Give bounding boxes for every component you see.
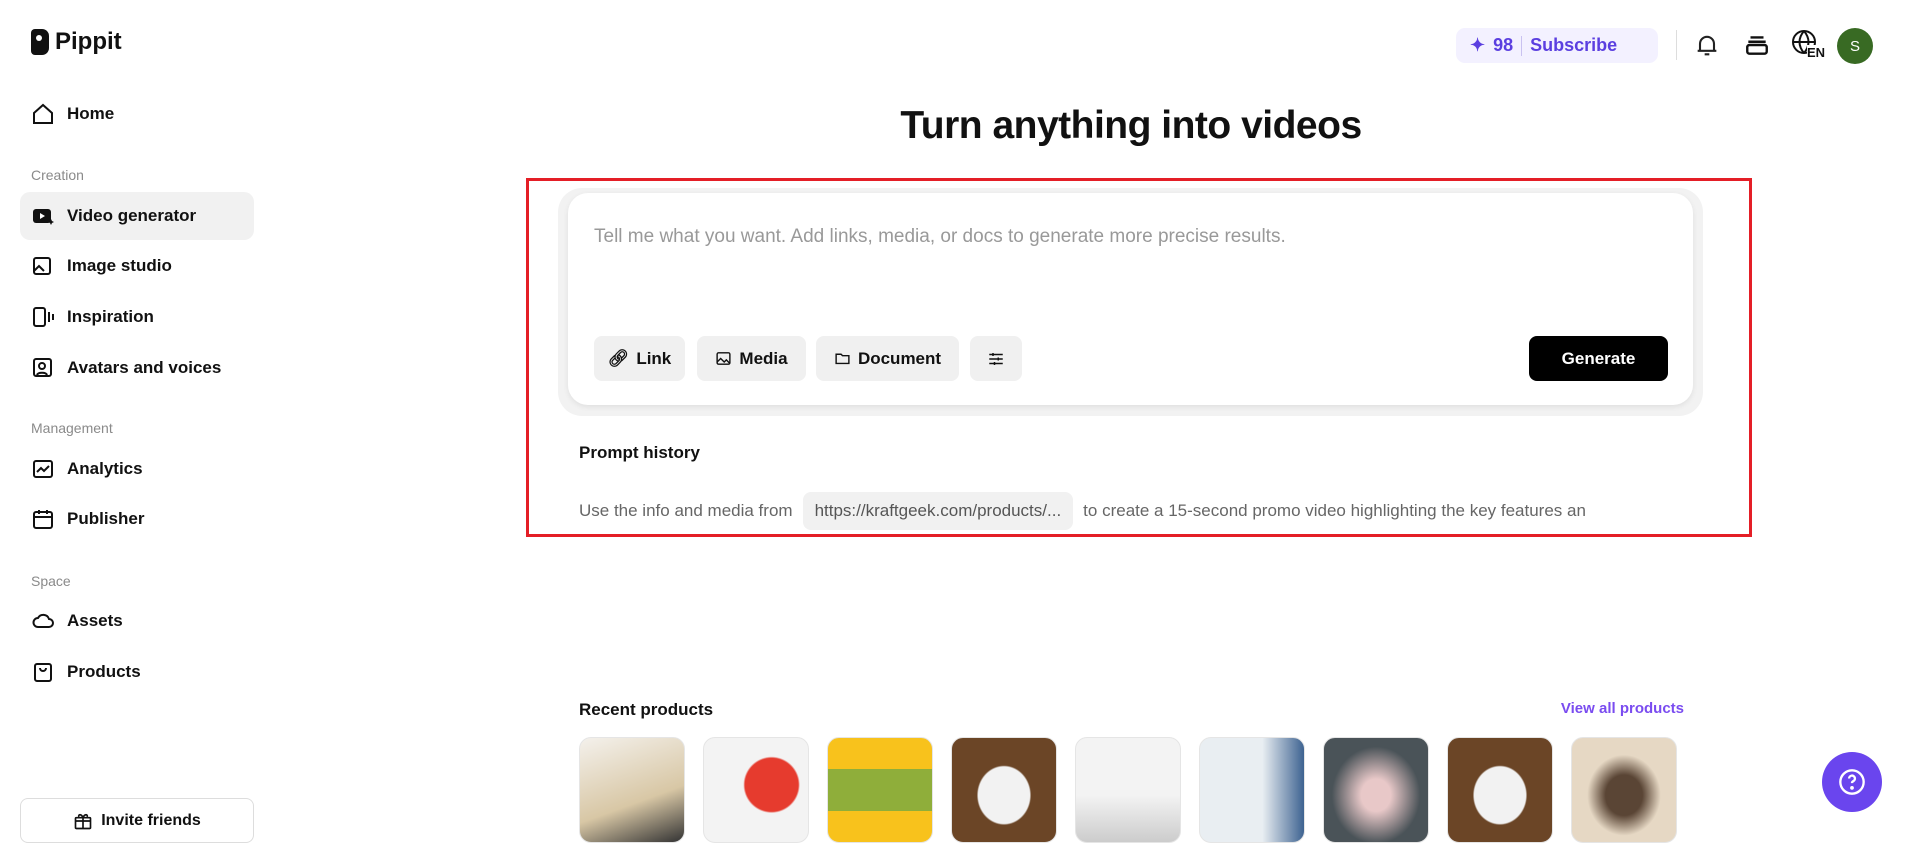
video-generator-icon	[33, 209, 54, 225]
section-management: Management	[31, 420, 113, 436]
logo-icon	[31, 29, 49, 55]
credits-subscribe-pill[interactable]: ✦ 98 Subscribe	[1456, 28, 1658, 63]
inspiration-icon	[33, 307, 54, 327]
recent-products-heading: Recent products	[579, 700, 714, 719]
page-title: Turn anything into videos	[900, 104, 1362, 147]
product-thumbnail[interactable]	[951, 737, 1057, 843]
product-thumbnail[interactable]	[827, 737, 933, 843]
product-thumbnail[interactable]	[1199, 737, 1305, 843]
product-thumbnail[interactable]	[703, 737, 809, 843]
divider	[1521, 35, 1523, 56]
sidebar-item-avatars-and-voices[interactable]: Avatars and voices	[20, 344, 254, 392]
gift-icon	[74, 813, 92, 829]
sidebar-item-video-generator[interactable]: Video generator	[20, 192, 254, 240]
highlight-box	[526, 178, 1752, 537]
sidebar-item-publisher[interactable]: Publisher	[20, 495, 254, 543]
avatar-icon	[33, 358, 52, 377]
sidebar-item-image-studio[interactable]: Image studio	[20, 242, 254, 290]
analytics-icon	[33, 460, 53, 478]
image-studio-icon	[33, 257, 51, 275]
sparkle-icon: ✦	[1470, 35, 1486, 55]
sidebar-item-analytics[interactable]: Analytics	[20, 445, 254, 493]
subscribe-button[interactable]: Subscribe	[1530, 35, 1617, 56]
product-thumbnail[interactable]	[1075, 737, 1181, 843]
help-icon	[1839, 769, 1865, 795]
products-icon	[34, 663, 52, 682]
section-space: Space	[31, 573, 71, 589]
language-globe-icon[interactable]: EN	[1790, 28, 1826, 62]
pippit-logo[interactable]: Pippit	[31, 28, 122, 56]
view-all-products-link[interactable]: View all products	[1558, 700, 1684, 717]
product-thumbnail[interactable]	[1323, 737, 1429, 843]
help-button[interactable]	[1822, 752, 1882, 812]
stack-icon[interactable]	[1740, 28, 1774, 62]
product-thumbnail[interactable]	[1571, 737, 1677, 843]
product-thumbnail[interactable]	[1447, 737, 1553, 843]
cloud-icon	[32, 613, 54, 628]
header-divider	[1676, 30, 1677, 60]
calendar-icon	[33, 510, 53, 529]
section-creation: Creation	[31, 167, 84, 183]
bell-icon[interactable]	[1690, 28, 1724, 62]
sidebar-item-products[interactable]: Products	[20, 648, 254, 696]
sidebar-item-inspiration[interactable]: Inspiration	[20, 293, 254, 341]
credits-count: 98	[1493, 35, 1514, 55]
invite-friends-button[interactable]: Invite friends	[20, 798, 254, 843]
product-thumbnail[interactable]	[579, 737, 685, 843]
user-avatar[interactable]: S	[1837, 28, 1873, 64]
sidebar-item-assets[interactable]: Assets	[20, 597, 254, 645]
